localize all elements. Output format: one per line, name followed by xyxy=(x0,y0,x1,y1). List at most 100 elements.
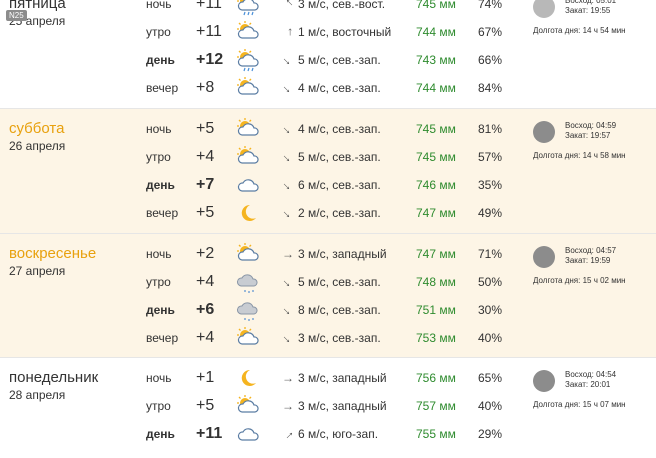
pressure: 755 мм xyxy=(416,427,456,441)
wind-text: 3 м/с, сев.-зап. xyxy=(298,331,381,345)
pressure: 747 мм xyxy=(416,247,456,261)
temperature: +5 xyxy=(196,397,215,414)
day-divider xyxy=(0,108,656,109)
temperature: +4 xyxy=(196,329,215,346)
humidity: 40% xyxy=(478,331,503,345)
period-label: утро xyxy=(146,275,171,289)
pressure: 757 мм xyxy=(416,399,456,413)
sun-cloud-icon xyxy=(236,143,262,171)
wind-text: 5 м/с, сев.-зап. xyxy=(298,275,381,289)
temperature: +5 xyxy=(196,204,215,221)
sunset-time: Закат: 19:59 xyxy=(565,256,611,265)
forecast-row: ночь +5 → 4 м/с, сев.-зап. 745 мм 81% xyxy=(0,115,520,143)
forecast-row: вечер +5 → 2 м/с, сев.-зап. 747 мм 49% xyxy=(0,199,520,227)
period-label: день xyxy=(146,427,175,441)
wind-direction-icon: → xyxy=(278,0,298,14)
wind-direction-icon: → xyxy=(278,78,298,98)
wind-direction-icon: → xyxy=(278,203,298,223)
wind-text: 2 м/с, сев.-зап. xyxy=(298,206,381,220)
pressure: 745 мм xyxy=(416,122,456,136)
pressure: 745 мм xyxy=(416,150,456,164)
pressure: 745 мм xyxy=(416,0,456,11)
sun-cloud-icon xyxy=(236,240,262,268)
forecast-row: утро +4 → 5 м/с, сев.-зап. 748 мм 50% xyxy=(0,268,520,296)
period-label: утро xyxy=(146,399,171,413)
wind-direction-icon: → xyxy=(282,247,294,261)
sunrise-time: Восход: 04:59 xyxy=(565,121,617,130)
moon-phase-icon xyxy=(533,370,555,392)
sun-times: Восход: 04:59 Закат: 19:57 xyxy=(565,121,616,141)
wind-direction-icon: → xyxy=(278,175,298,195)
cloud-snow-icon xyxy=(236,268,262,296)
period-label: день xyxy=(146,53,175,67)
forecast-row: утро +11 → 1 м/с, восточный 744 мм 67% xyxy=(0,18,520,46)
period-label: ночь xyxy=(146,371,172,385)
wind-text: 4 м/с, сев.-зап. xyxy=(298,122,381,136)
day-block: пятница 25 апреля Восход: 05:01 Закат: 19:5… xyxy=(0,0,656,109)
temperature: +7 xyxy=(196,176,215,193)
day-length: Долгота дня: 14 ч 58 мин xyxy=(533,151,626,160)
humidity: 29% xyxy=(478,427,503,441)
day-divider xyxy=(0,357,656,358)
humidity: 30% xyxy=(478,303,503,317)
wind-text: 3 м/с, западный xyxy=(298,247,387,261)
humidity: 50% xyxy=(478,275,503,289)
wind-text: 3 м/с, западный xyxy=(298,399,387,413)
day-divider xyxy=(0,233,656,234)
pressure: 743 мм xyxy=(416,53,456,67)
humidity: 84% xyxy=(478,81,503,95)
humidity: 81% xyxy=(478,122,503,136)
sun-times: Восход: 05:01 Закат: 19:55 xyxy=(565,0,616,16)
cloud-icon xyxy=(236,420,262,448)
pressure: 744 мм xyxy=(416,81,456,95)
temperature: +5 xyxy=(196,120,215,137)
sun-times: Восход: 04:54 Закат: 20:01 xyxy=(565,370,616,390)
temperature: +6 xyxy=(196,301,215,318)
period-label: ночь xyxy=(146,247,172,261)
sunset-time: Закат: 19:57 xyxy=(565,131,611,140)
wind-text: 1 м/с, восточный xyxy=(298,25,392,39)
humidity: 35% xyxy=(478,178,503,192)
wind-direction-icon: → xyxy=(278,50,298,70)
day-block: суббота 26 апреля Восход: 04:59 Закат: 19:5… xyxy=(0,109,656,234)
forecast-row: ночь +1 → 3 м/с, западный 756 мм 65% xyxy=(0,364,520,392)
humidity: 57% xyxy=(478,150,503,164)
cloud-icon xyxy=(236,171,262,199)
forecast-row: ночь +11 → 3 м/с, сев.-вост. 745 мм 74% xyxy=(0,0,520,18)
wind-direction-icon: → xyxy=(282,399,294,413)
overlay-badge: N25 xyxy=(6,10,27,21)
wind-text: 8 м/с, сев.-зап. xyxy=(298,303,381,317)
sun-cloud-rain-icon xyxy=(236,46,262,74)
temperature: +11 xyxy=(196,0,222,12)
period-label: день xyxy=(146,178,175,192)
forecast-row: день +11 → 6 м/с, юго-зап. 755 мм 29% xyxy=(0,420,520,448)
wind-direction-icon: → xyxy=(278,147,298,167)
wind-text: 5 м/с, сев.-зап. xyxy=(298,150,381,164)
period-label: день xyxy=(146,303,175,317)
wind-text: 4 м/с, сев.-зап. xyxy=(298,81,381,95)
wind-direction-icon: → xyxy=(278,424,298,444)
humidity: 40% xyxy=(478,399,503,413)
forecast-row: утро +4 → 5 м/с, сев.-зап. 745 мм 57% xyxy=(0,143,520,171)
temperature: +11 xyxy=(196,425,223,442)
wind-direction-icon: → xyxy=(278,300,298,320)
wind-text: 3 м/с, западный xyxy=(298,371,387,385)
day-length: Долгота дня: 15 ч 02 мин xyxy=(533,276,626,285)
day-length: Долгота дня: 14 ч 54 мин xyxy=(533,26,626,35)
forecast-row: вечер +4 → 3 м/с, сев.-зап. 753 мм 40% xyxy=(0,324,520,352)
wind-text: 6 м/с, сев.-зап. xyxy=(298,178,381,192)
pressure: 748 мм xyxy=(416,275,456,289)
moon-icon xyxy=(236,199,262,227)
pressure: 756 мм xyxy=(416,371,456,385)
period-label: вечер xyxy=(146,81,179,95)
pressure: 746 мм xyxy=(416,178,456,192)
pressure: 747 мм xyxy=(416,206,456,220)
wind-direction-icon: → xyxy=(278,119,298,139)
sun-cloud-icon xyxy=(236,392,262,420)
forecast-row: день +7 → 6 м/с, сев.-зап. 746 мм 35% xyxy=(0,171,520,199)
sunrise-time: Восход: 04:57 xyxy=(565,246,617,255)
wind-direction-icon: → xyxy=(281,26,295,38)
period-label: утро xyxy=(146,150,171,164)
humidity: 49% xyxy=(478,206,503,220)
temperature: +4 xyxy=(196,148,215,165)
